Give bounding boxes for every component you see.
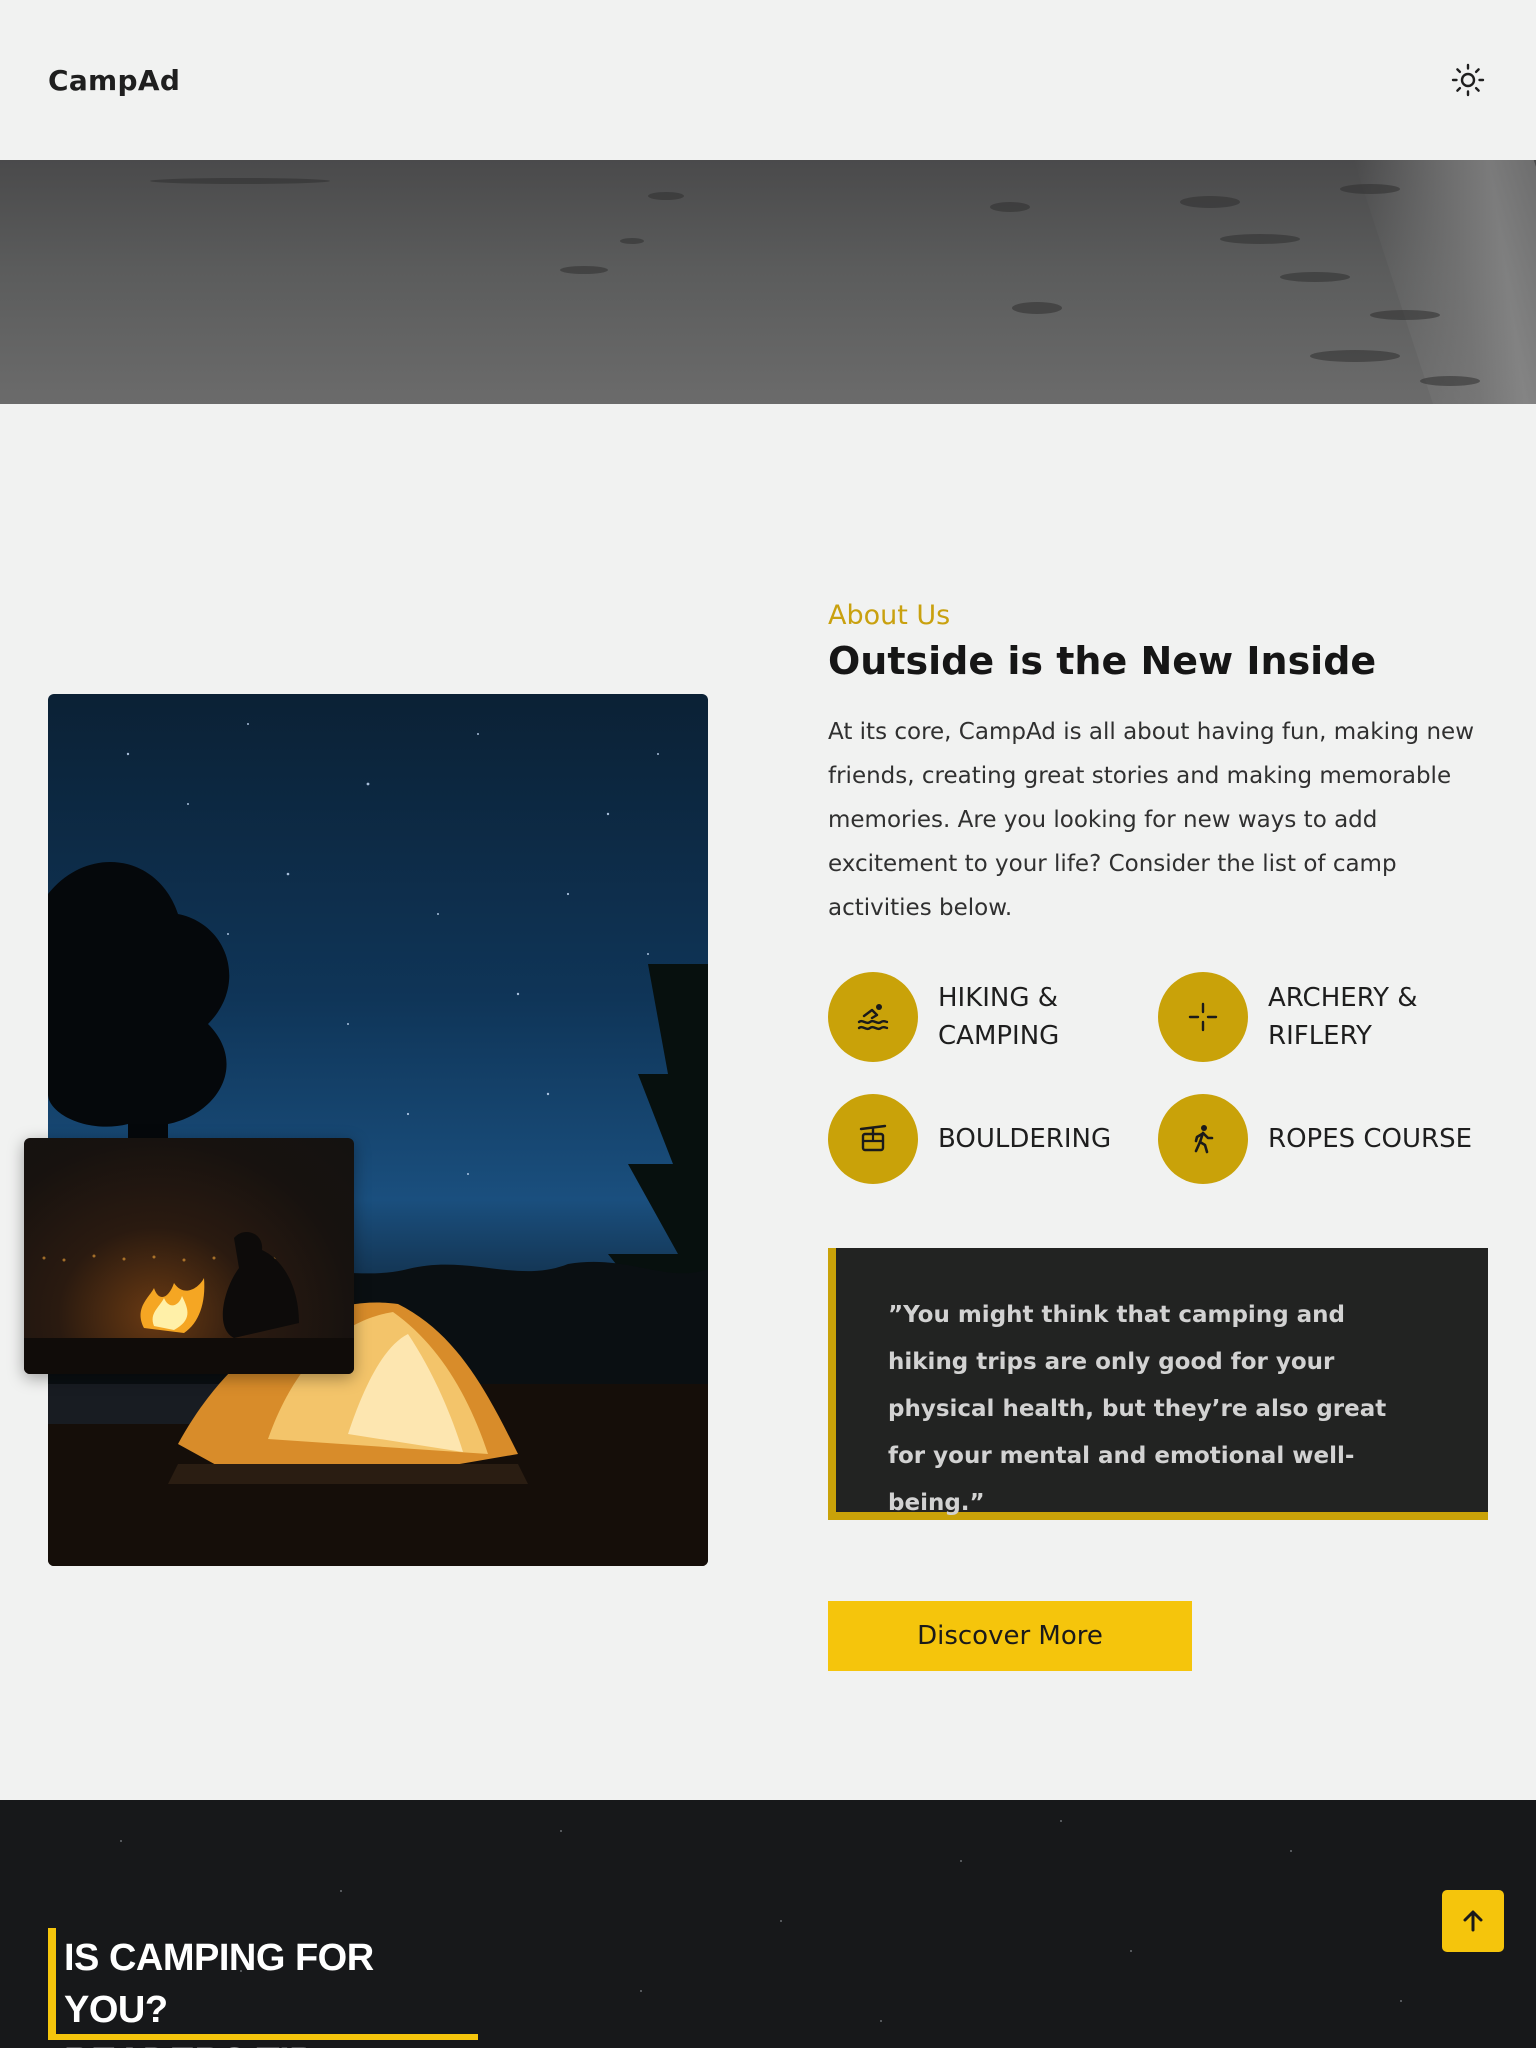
about-eyebrow: About Us bbox=[828, 600, 951, 631]
activity-label-line1: ROPES COURSE bbox=[1268, 1124, 1473, 1154]
swimming-icon bbox=[857, 1004, 889, 1031]
activity-archery-riflery[interactable]: ARCHERY & RIFLERY bbox=[1158, 972, 1418, 1062]
tip-heading-line1: IS CAMPING FOR YOU? bbox=[64, 1937, 374, 2031]
brand-logo[interactable]: CampAd bbox=[48, 64, 180, 97]
activity-ropes-course[interactable]: ROPES COURSE bbox=[1158, 1094, 1472, 1184]
activity-bouldering[interactable]: BOULDERING bbox=[828, 1094, 1111, 1184]
scroll-to-top-button[interactable] bbox=[1442, 1890, 1504, 1952]
crosshair-icon bbox=[1188, 1002, 1218, 1032]
hiker-icon bbox=[1194, 1125, 1214, 1154]
about-body: At its core, CampAd is all about having … bbox=[828, 719, 1475, 921]
activity-label-line1: BOULDERING bbox=[938, 1124, 1112, 1154]
about-title: Outside is the New Inside bbox=[828, 639, 1377, 683]
activity-hiking-camping[interactable]: HIKING & CAMPING bbox=[828, 972, 1059, 1062]
readers-tip-heading: IS CAMPING FOR YOU? READERS TIP bbox=[48, 1928, 478, 2048]
hero-image bbox=[0, 160, 1536, 404]
tip-heading-line2: READERS TIP bbox=[64, 2036, 478, 2048]
activity-label-line1: ARCHERY & bbox=[1268, 983, 1418, 1013]
discover-more-button[interactable]: Discover More bbox=[828, 1601, 1192, 1671]
theme-toggle-button[interactable] bbox=[1448, 60, 1488, 100]
cable-car-icon bbox=[859, 1124, 887, 1152]
activity-label-line2: RIFLERY bbox=[1268, 1021, 1372, 1051]
sun-icon bbox=[1451, 63, 1485, 97]
activity-label-line2: CAMPING bbox=[938, 1021, 1060, 1051]
tent-night-photo bbox=[48, 694, 708, 1566]
site-header: CampAd bbox=[0, 0, 1536, 160]
activity-label-line1: HIKING & bbox=[938, 983, 1059, 1013]
quote-text: ”You might think that camping and hiking… bbox=[888, 1302, 1387, 1516]
about-section: About Us Outside is the New Inside At it… bbox=[828, 596, 1488, 930]
testimonial-quote: ”You might think that camping and hiking… bbox=[828, 1248, 1488, 1520]
arrow-up-icon bbox=[1463, 1910, 1483, 1932]
campfire-photo bbox=[24, 1138, 354, 1374]
readers-tip-section: IS CAMPING FOR YOU? READERS TIP bbox=[0, 1800, 1536, 2048]
